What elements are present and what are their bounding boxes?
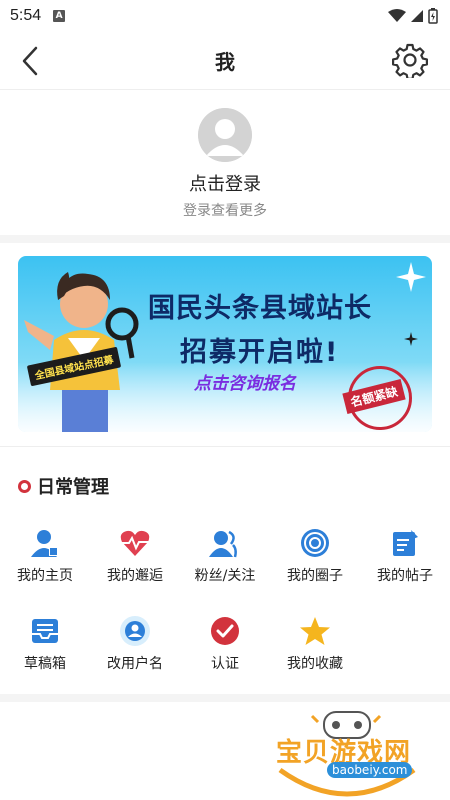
followers-icon xyxy=(209,530,237,558)
grid-item-label: 改用户名 xyxy=(107,656,163,672)
login-subtitle: 登录查看更多 xyxy=(183,203,267,219)
management-grid: 我的主页 我的邂逅 粉丝/关注 我的圈子 我的帖子 草稿箱 改用户名 认证 我的… xyxy=(0,505,450,691)
grid-item-drafts[interactable]: 草稿箱 xyxy=(0,603,90,691)
avatar[interactable] xyxy=(198,108,252,162)
grid-item-label: 我的收藏 xyxy=(287,656,343,672)
grid-item-my-circles[interactable]: 我的圈子 xyxy=(270,515,360,603)
page-title: 我 xyxy=(215,50,235,74)
banner-subheadline: 招募开启啦! xyxy=(180,337,340,368)
login-link[interactable]: 点击登录 xyxy=(189,170,261,196)
grid-item-label: 我的圈子 xyxy=(287,568,343,584)
banner-cta[interactable]: 点击咨询报名 xyxy=(194,369,296,394)
section-gap xyxy=(0,235,450,243)
section-title: 日常管理 xyxy=(37,477,109,498)
status-bar: 5:54 A xyxy=(0,0,450,32)
grid-item-change-username[interactable]: 改用户名 xyxy=(90,603,180,691)
notification-icon: A xyxy=(53,10,66,22)
signal-icon xyxy=(411,10,423,22)
grid-item-verification[interactable]: 认证 xyxy=(180,603,270,691)
grid-item-followers[interactable]: 粉丝/关注 xyxy=(180,515,270,603)
banner-character-illustration xyxy=(24,272,139,432)
profile-section[interactable]: 点击登录 登录查看更多 xyxy=(0,90,450,235)
sparkle-small-icon xyxy=(404,332,418,346)
grid-item-label: 我的邂逅 xyxy=(107,568,163,584)
bottom-gap xyxy=(0,694,450,702)
back-arrow-icon[interactable] xyxy=(16,44,46,78)
banner-headline: 国民头条县域站长 xyxy=(148,293,372,324)
draft-box-icon xyxy=(32,619,58,643)
watermark-url: baobeiy.com xyxy=(327,762,413,778)
banner-container: 全国县域站点招募 国民头条县域站长 招募开启啦! 点击咨询报名 名额紧缺 xyxy=(0,243,450,446)
gear-icon[interactable] xyxy=(392,42,428,78)
grid-item-label: 认证 xyxy=(211,656,239,672)
grid-item-favorites[interactable]: 我的收藏 xyxy=(270,603,360,691)
app-header: 我 xyxy=(0,32,450,90)
star-icon xyxy=(300,617,330,645)
grid-item-label: 我的帖子 xyxy=(377,568,433,584)
post-edit-icon xyxy=(393,530,418,556)
grid-item-my-posts[interactable]: 我的帖子 xyxy=(360,515,450,603)
recruit-banner[interactable]: 全国县域站点招募 国民头条县域站长 招募开启啦! 点击咨询报名 名额紧缺 xyxy=(18,256,432,432)
heart-pulse-icon xyxy=(120,530,150,556)
status-time: 5:54 xyxy=(10,7,42,24)
battery-icon xyxy=(428,8,438,24)
daily-management-header: 日常管理 xyxy=(0,447,450,505)
sparkle-icon xyxy=(396,262,426,292)
circle-target-icon xyxy=(301,529,329,557)
grid-item-my-encounters[interactable]: 我的邂逅 xyxy=(90,515,180,603)
section-dot-icon xyxy=(18,479,31,493)
grid-item-label: 我的主页 xyxy=(17,568,73,584)
wifi-icon xyxy=(388,9,406,22)
verify-check-icon xyxy=(211,617,239,645)
grid-item-label: 草稿箱 xyxy=(24,656,66,672)
grid-item-my-homepage[interactable]: 我的主页 xyxy=(0,515,90,603)
rename-user-icon xyxy=(120,616,150,646)
default-avatar-icon xyxy=(198,108,252,162)
status-icons xyxy=(388,8,438,24)
grid-item-label: 粉丝/关注 xyxy=(194,568,256,584)
user-home-icon xyxy=(31,530,58,557)
